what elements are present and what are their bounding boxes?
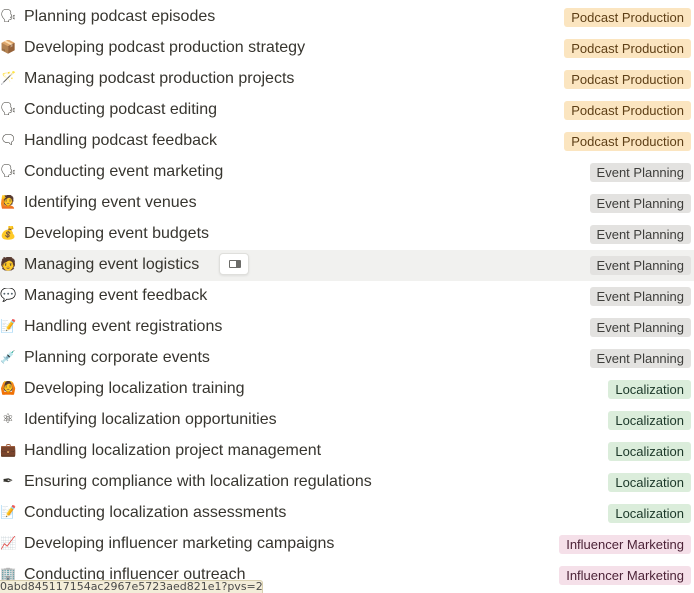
list-item[interactable]: 💬 Managing event feedback Event Planning: [0, 281, 694, 312]
category-tag: Event Planning: [589, 287, 691, 306]
list-item[interactable]: 🙆 Developing localization training Localiz…: [0, 374, 694, 405]
category-tag: Podcast Production: [564, 39, 691, 58]
category-tag: Localization: [608, 411, 691, 430]
person-icon: 🙋: [0, 195, 16, 210]
list-item[interactable]: 🗣 Planning podcast episodes Podcast Produc…: [0, 2, 694, 33]
category-tag: Influencer Marketing: [559, 566, 691, 585]
list-item[interactable]: ✒ Ensuring compliance with localization r…: [0, 467, 694, 498]
package-icon: 📦: [0, 40, 16, 55]
list-item[interactable]: 🗣 Conducting podcast editing Podcast Produ…: [0, 95, 694, 126]
list-item-title[interactable]: Planning podcast episodes: [24, 7, 215, 27]
list-item[interactable]: 🗨 Handling podcast feedback Podcast Produc…: [0, 126, 694, 157]
list-item-title[interactable]: Identifying localization opportunities: [24, 410, 277, 430]
category-tag: Localization: [608, 380, 691, 399]
list-item[interactable]: 🗣 Conducting event marketing Event Plannin…: [0, 157, 694, 188]
list-item-title[interactable]: Conducting podcast editing: [24, 100, 217, 120]
speech-balloon-icon: 💬: [0, 288, 16, 303]
syringe-icon: 💉: [0, 350, 16, 365]
list-item-title[interactable]: Ensuring compliance with localization re…: [24, 472, 372, 492]
category-tag: Event Planning: [589, 225, 691, 244]
category-tag: Localization: [608, 473, 691, 492]
category-tag: Localization: [608, 442, 691, 461]
category-tag: Podcast Production: [564, 8, 691, 27]
category-tag: Localization: [608, 504, 691, 523]
list-item-title[interactable]: Managing podcast production projects: [24, 69, 294, 89]
category-tag: Event Planning: [589, 256, 691, 275]
list-item-title[interactable]: Conducting localization assessments: [24, 503, 286, 523]
speaking-head-icon: 🗣: [0, 102, 16, 117]
pen-icon: ✒: [2, 474, 14, 489]
atom-icon: ⚛: [2, 412, 14, 427]
list-item-title[interactable]: Developing localization training: [24, 379, 245, 399]
list-item[interactable]: 💼 Handling localization project managemen…: [0, 436, 694, 467]
open-in-side-peek-icon: [229, 260, 241, 268]
category-tag: Event Planning: [589, 349, 691, 368]
list-item-title[interactable]: Handling localization project management: [24, 441, 321, 461]
list-item[interactable]: 📦 Developing podcast production strategy P…: [0, 33, 694, 64]
database-list: 🗣 Planning podcast episodes Podcast Produc…: [0, 2, 694, 591]
briefcase-icon: 💼: [0, 443, 16, 458]
memo-icon: 📝: [0, 505, 16, 520]
list-item-title[interactable]: Identifying event venues: [24, 193, 197, 213]
person-raising-hands-icon: 🙆: [0, 381, 16, 396]
category-tag: Event Planning: [589, 194, 691, 213]
category-tag: Influencer Marketing: [559, 535, 691, 554]
memo-icon: 📝: [0, 319, 16, 334]
list-item-title[interactable]: Planning corporate events: [24, 348, 210, 368]
magic-wand-icon: 🪄: [0, 71, 16, 86]
link-status-url: 0abd845117154ac2967e5723aed821e1?pvs=25: [0, 580, 263, 593]
list-item[interactable]: 📝 Conducting localization assessments Loca…: [0, 498, 694, 529]
list-item-title[interactable]: Managing event feedback: [24, 286, 207, 306]
speaking-head-icon: 🗣: [0, 164, 16, 179]
category-tag: Podcast Production: [564, 70, 691, 89]
speech-bubble-icon: 🗨: [0, 133, 16, 148]
list-item[interactable]: 📈 Developing influencer marketing campaig…: [0, 529, 694, 560]
list-item-title[interactable]: Developing influencer marketing campaign…: [24, 534, 334, 554]
list-item[interactable]: ⚛ Identifying localization opportunities L…: [0, 405, 694, 436]
office-worker-icon: 🧑: [0, 257, 16, 272]
list-item[interactable]: 📝 Handling event registrations Event Plann…: [0, 312, 694, 343]
category-tag: Event Planning: [589, 163, 691, 182]
list-item[interactable]: 🪄 Managing podcast production projects Pod…: [0, 64, 694, 95]
list-item-title[interactable]: Developing podcast production strategy: [24, 38, 305, 58]
list-item-title[interactable]: Handling event registrations: [24, 317, 222, 337]
money-bag-icon: 💰: [0, 226, 16, 241]
category-tag: Event Planning: [589, 318, 691, 337]
chart-increasing-icon: 📈: [0, 536, 16, 551]
list-item[interactable]: 🙋 Identifying event venues Event Planning: [0, 188, 694, 219]
category-tag: Podcast Production: [564, 101, 691, 120]
list-item[interactable]: 💰 Developing event budgets Event Planning: [0, 219, 694, 250]
open-button[interactable]: [219, 253, 249, 275]
speaking-head-icon: 🗣: [0, 9, 16, 24]
list-item-title[interactable]: Conducting event marketing: [24, 162, 223, 182]
list-item[interactable]: 💉 Planning corporate events Event Planning: [0, 343, 694, 374]
list-item-title[interactable]: Handling podcast feedback: [24, 131, 217, 151]
category-tag: Podcast Production: [564, 132, 691, 151]
list-item[interactable]: 🧑 Managing event logistics Event Planning: [0, 250, 694, 281]
list-item-title[interactable]: Developing event budgets: [24, 224, 209, 244]
list-item-title[interactable]: Managing event logistics: [24, 255, 199, 275]
